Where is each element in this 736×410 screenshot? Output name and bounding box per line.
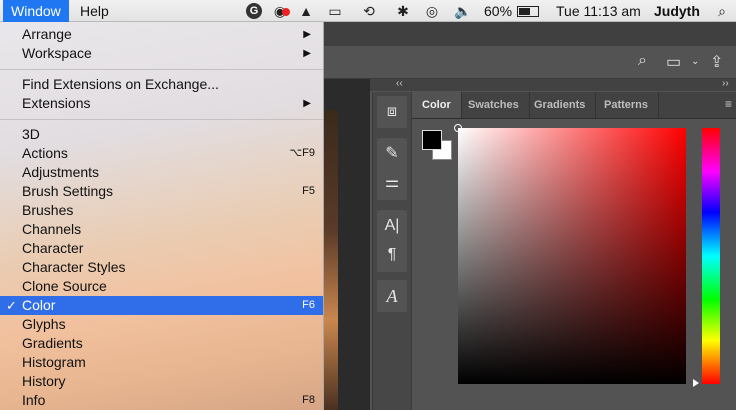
menu-item-shortcut: F5 (302, 185, 315, 197)
drive-icon[interactable]: ▲ (298, 3, 314, 19)
menu-item-actions[interactable]: Actions ⌥F9 (0, 144, 323, 163)
menu-item-label: Brush Settings (22, 183, 114, 199)
search-icon[interactable]: ⌕ (638, 52, 647, 70)
menu-item-label: Channels (22, 221, 82, 237)
collapse-left-icon[interactable]: ‹‹ (396, 78, 403, 89)
battery-icon[interactable] (516, 3, 540, 19)
menu-item-label: Color (22, 297, 56, 313)
menu-item-brushes[interactable]: Brushes (0, 201, 323, 220)
workspace-icon[interactable]: ▭ (666, 52, 681, 72)
photo-edge (324, 110, 338, 410)
menu-item-label: Actions (22, 145, 68, 161)
share-icon[interactable]: ⇪ (710, 52, 723, 72)
tool-group-type: A| ¶ (377, 210, 407, 272)
menu-item-label: Brushes (22, 202, 74, 218)
menu-separator (0, 69, 323, 70)
tab-color[interactable]: Color (412, 92, 462, 118)
time-machine-icon[interactable]: ⟲ (360, 3, 378, 19)
menu-item-label: Clone Source (22, 278, 107, 294)
panel-icon-column: ⧈ ✎ ⚌ A| ¶ A (372, 92, 412, 410)
menu-item-3d[interactable]: 3D (0, 125, 323, 144)
panel-menu-icon[interactable]: ≡ (725, 97, 732, 111)
menu-item-extensions[interactable]: Extensions ▶ (0, 94, 323, 113)
volume-icon[interactable]: 🔈 (454, 3, 471, 19)
menu-item-shortcut: F6 (302, 299, 315, 311)
character-icon[interactable]: A| (377, 213, 407, 239)
menu-separator (0, 119, 323, 120)
window-menu: Arrange ▶ Workspace ▶ Find Extensions on… (0, 22, 324, 410)
app-title-strip (324, 22, 736, 46)
panel-tabs: Color Swatches Gradients Patterns ≡ (412, 92, 736, 119)
brush-settings-icon[interactable]: ✎ (377, 141, 407, 167)
3d-icon[interactable]: ⧈ (377, 99, 407, 125)
color-panel: Color Swatches Gradients Patterns ≡ (412, 92, 736, 410)
submenu-arrow-icon: ▶ (303, 29, 311, 40)
menu-item-label: Arrange (22, 26, 72, 42)
menu-item-gradients[interactable]: Gradients (0, 334, 323, 353)
menu-item-label: Workspace (22, 45, 92, 61)
submenu-arrow-icon: ▶ (303, 98, 311, 109)
user-name[interactable]: Judyth (654, 0, 700, 22)
checkmark-icon: ✓ (6, 298, 17, 313)
menu-window[interactable]: Window (3, 0, 69, 22)
battery-percent: 60% (484, 3, 513, 19)
tab-swatches[interactable]: Swatches (458, 92, 530, 118)
submenu-arrow-icon: ▶ (303, 48, 311, 59)
menu-item-color[interactable]: ✓ Color F6 (0, 296, 323, 315)
menu-item-label: Character (22, 240, 84, 256)
clock[interactable]: Tue 11:13 am (556, 0, 641, 22)
menu-item-label: Info (22, 392, 46, 408)
recording-dot (282, 8, 290, 16)
menu-item-label: Histogram (22, 354, 86, 370)
airplay-icon[interactable]: ▭ (326, 3, 344, 19)
menu-item-character-styles[interactable]: Character Styles (0, 258, 323, 277)
menu-item-glyphs[interactable]: Glyphs (0, 315, 323, 334)
menu-item-label: Character Styles (22, 259, 126, 275)
menu-item-label: History (22, 373, 66, 389)
menu-item-workspace[interactable]: Workspace ▶ (0, 44, 323, 63)
bluetooth-icon[interactable]: ✱ (396, 3, 410, 19)
menu-item-label: Extensions (22, 95, 91, 111)
menu-item-label: Adjustments (22, 164, 100, 180)
menu-item-character[interactable]: Character (0, 239, 323, 258)
menu-item-shortcut: F8 (302, 394, 315, 406)
menu-item-label: Find Extensions on Exchange... (22, 76, 219, 92)
menu-item-channels[interactable]: Channels (0, 220, 323, 239)
menu-item-history[interactable]: History (0, 372, 323, 391)
menu-item-adjustments[interactable]: Adjustments (0, 163, 323, 182)
menu-bar: Window Help G ◉ ▲ ▭ ⟲ ✱ ◎ 🔈 60% Tue 11:1… (0, 0, 736, 22)
foreground-color-swatch[interactable] (422, 130, 442, 150)
glyphs-icon[interactable]: A (377, 283, 407, 309)
tool-group-3d: ⧈ (377, 96, 407, 128)
menu-item-histogram[interactable]: Histogram (0, 353, 323, 372)
tab-gradients[interactable]: Gradients (524, 92, 597, 118)
menu-item-label: 3D (22, 126, 40, 142)
menu-item-clone-source[interactable]: Clone Source (0, 277, 323, 296)
chevron-down-icon[interactable]: ⌄ (691, 56, 699, 67)
menu-item-brush-settings[interactable]: Brush Settings F5 (0, 182, 323, 201)
tool-group-glyphs: A (377, 280, 407, 312)
grammarly-icon[interactable]: G (246, 3, 262, 19)
spotlight-icon[interactable]: ⌕ (714, 3, 730, 19)
menu-item-label: Glyphs (22, 316, 66, 332)
panel-collapse-bar[interactable] (370, 79, 736, 91)
menu-item-arrange[interactable]: Arrange ▶ (0, 25, 323, 44)
hue-slider-handle[interactable] (693, 379, 699, 387)
menu-item-label: Gradients (22, 335, 83, 351)
tool-group-brush: ✎ ⚌ (377, 138, 407, 200)
tab-patterns[interactable]: Patterns (594, 92, 660, 118)
screen-share-icon[interactable]: ◉ (270, 3, 290, 19)
collapse-right-icon[interactable]: ›› (722, 78, 729, 89)
menu-item-info[interactable]: Info F8 (0, 391, 323, 410)
color-picker-marker[interactable] (454, 124, 462, 132)
menu-item-shortcut: ⌥F9 (289, 147, 315, 159)
saturation-brightness-field[interactable] (458, 128, 686, 384)
menu-item-find-extensions[interactable]: Find Extensions on Exchange... (0, 75, 323, 94)
hue-slider[interactable] (702, 128, 720, 384)
adjust-brush-icon[interactable]: ⚌ (377, 170, 407, 196)
menu-help[interactable]: Help (80, 0, 109, 22)
wifi-icon[interactable]: ◎ (422, 3, 442, 19)
paragraph-icon[interactable]: ¶ (377, 242, 407, 268)
